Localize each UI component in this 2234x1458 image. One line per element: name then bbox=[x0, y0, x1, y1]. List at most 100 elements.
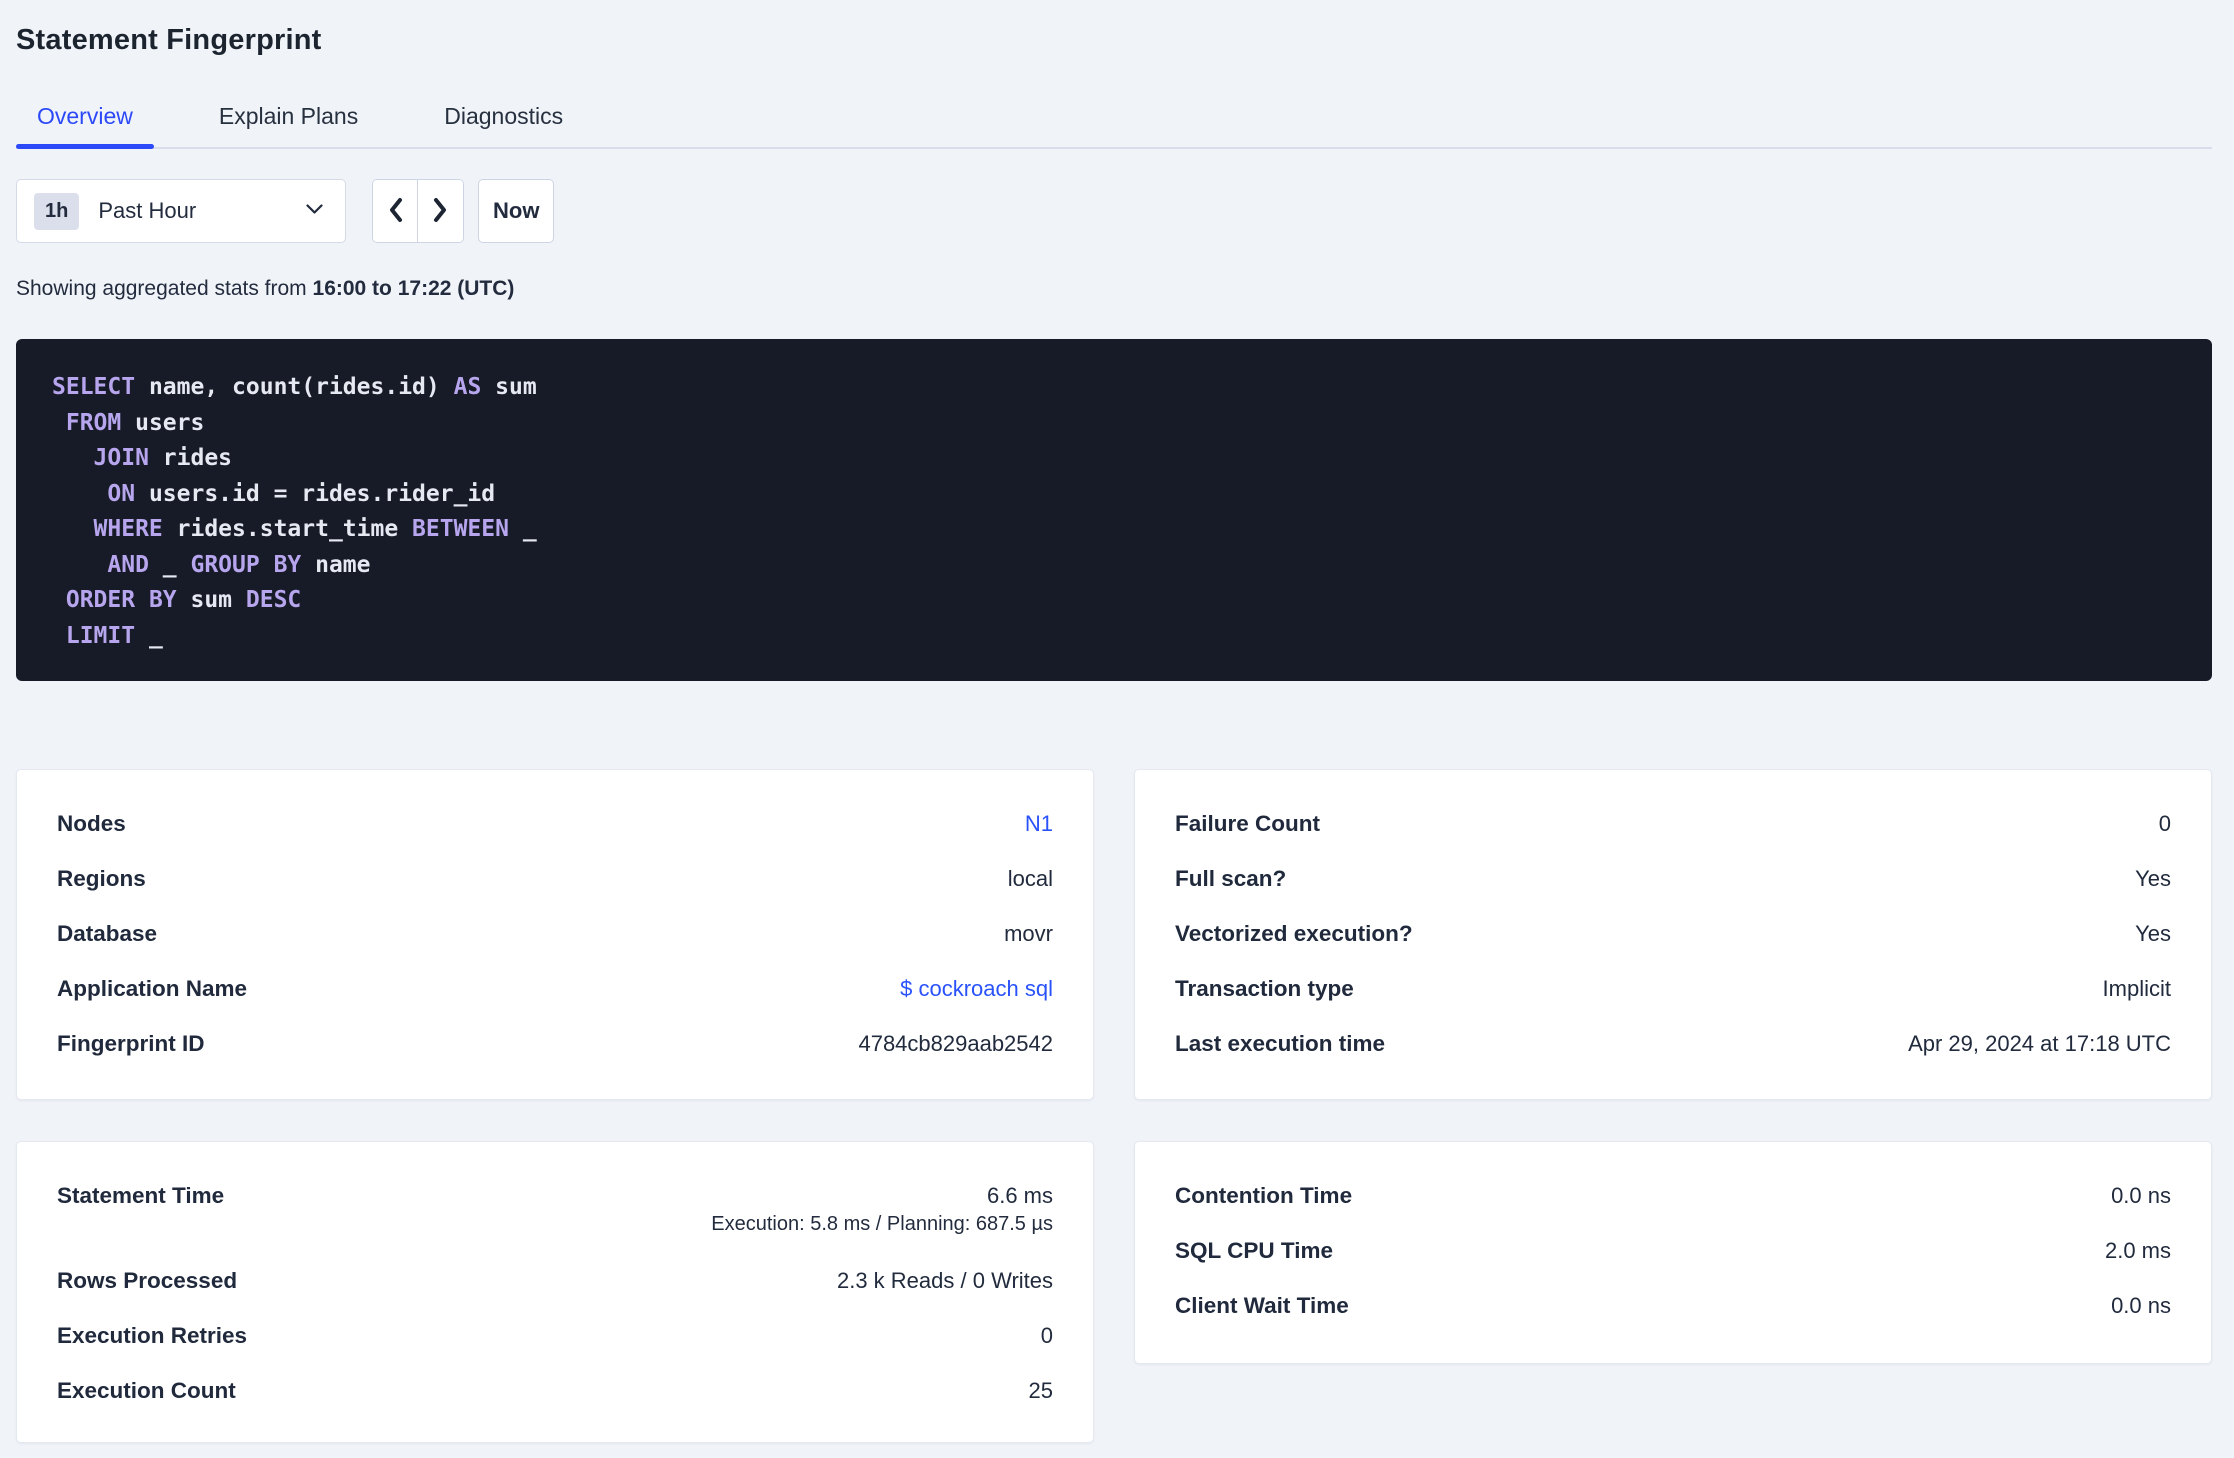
previous-time-range-button[interactable] bbox=[373, 180, 418, 242]
summary-value-wrap: Implicit bbox=[2103, 975, 2171, 1002]
summary-label: Rows Processed bbox=[57, 1268, 238, 1293]
time-nav-group bbox=[372, 179, 464, 243]
chevron-left-icon bbox=[387, 197, 404, 226]
summary-label: Client Wait Time bbox=[1175, 1293, 1349, 1318]
summary-label: Execution Retries bbox=[57, 1323, 248, 1348]
next-time-range-button[interactable] bbox=[418, 180, 463, 242]
chevron-down-icon bbox=[306, 202, 323, 220]
sql-keyword: BETWEEN bbox=[412, 516, 509, 542]
now-button[interactable]: Now bbox=[478, 179, 555, 243]
summary-label: Contention Time bbox=[1175, 1183, 1353, 1208]
summary-value-wrap: Yes bbox=[2135, 865, 2171, 892]
time-range-badge: 1h bbox=[34, 192, 80, 230]
sql-keyword: ORDER BY bbox=[65, 587, 177, 613]
summary-value-wrap: 2.0 ms bbox=[2105, 1237, 2171, 1264]
summary-value-wrap: local bbox=[1008, 865, 1053, 892]
summary-row: SQL CPU Time 2.0 ms bbox=[1175, 1223, 2171, 1278]
summary-value: Yes bbox=[2135, 866, 2171, 891]
sql-keyword: DESC bbox=[245, 587, 302, 613]
time-range-label: Past Hour bbox=[98, 198, 197, 223]
sql-keyword: FROM bbox=[65, 409, 122, 436]
sql-keyword: ON bbox=[107, 480, 136, 507]
sql-text: _ bbox=[148, 551, 191, 578]
sql-text: sum bbox=[481, 374, 537, 400]
summary-row: Statement Time 6.6 ms Execution: 5.8 ms / … bbox=[57, 1168, 1053, 1253]
summary-row: Fingerprint ID 4784cb829aab2542 bbox=[57, 1016, 1053, 1071]
page-title: Statement Fingerprint bbox=[16, 24, 322, 56]
summary-value: local bbox=[1007, 866, 1053, 891]
summary-label: Vectorized execution? bbox=[1175, 921, 1413, 946]
aggregation-note-prefix: Showing aggregated stats from bbox=[16, 277, 313, 300]
summary-value-wrap: Yes bbox=[2135, 920, 2171, 947]
summary-label: Last execution time bbox=[1175, 1031, 1386, 1056]
summary-value-wrap: 0.0 ns bbox=[2111, 1182, 2171, 1209]
sql-line: LIMIT _ bbox=[52, 619, 2176, 655]
summary-row: Contention Time 0.0 ns bbox=[1175, 1168, 2171, 1223]
summary-value-wrap: 4784cb829aab2542 bbox=[858, 1030, 1053, 1057]
time-range-dropdown[interactable]: 1h Past Hour bbox=[16, 179, 346, 243]
summary-value-wrap: Apr 29, 2024 at 17:18 UTC bbox=[1908, 1030, 2171, 1057]
summary-label: Nodes bbox=[57, 811, 126, 836]
summary-row: Application Name $ cockroach sql bbox=[57, 961, 1053, 1016]
summary-row: Execution Count 25 bbox=[57, 1363, 1053, 1418]
summary-value: 25 bbox=[1028, 1378, 1053, 1403]
summary-row: Failure Count 0 bbox=[1175, 796, 2171, 851]
summary-label: Transaction type bbox=[1175, 976, 1354, 1001]
summary-label: SQL CPU Time bbox=[1175, 1238, 1333, 1263]
summary-label: Full scan? bbox=[1175, 866, 1287, 891]
sql-text: sum bbox=[176, 587, 246, 613]
summary-value: Yes bbox=[2135, 921, 2171, 946]
summary-value: 2.0 ms bbox=[2104, 1238, 2171, 1263]
summary-row: Client Wait Time 0.0 ns bbox=[1175, 1278, 2171, 1333]
summary-row: Last execution time Apr 29, 2024 at 17:18… bbox=[1175, 1016, 2171, 1071]
time-picker-row: 1h Past Hour Now bbox=[16, 179, 2212, 243]
summary-label: Application Name bbox=[57, 976, 248, 1001]
summary-row: Rows Processed 2.3 k Reads / 0 Writes bbox=[57, 1253, 1053, 1308]
summary-label: Fingerprint ID bbox=[57, 1031, 205, 1056]
summary-value-wrap: 2.3 k Reads / 0 Writes bbox=[837, 1267, 1053, 1294]
summary-label: Failure Count bbox=[1175, 811, 1320, 836]
time-stats-panel: Contention Time 0.0 ns SQL CPU Time 2.0 ms C… bbox=[1134, 1141, 2212, 1364]
summary-value: Apr 29, 2024 at 17:18 UTC bbox=[1908, 1031, 2171, 1056]
summary-value-link[interactable]: $ cockroach sql bbox=[900, 975, 1053, 1002]
summary-value: 0 bbox=[2158, 811, 2171, 836]
summary-value: 0 bbox=[1040, 1323, 1053, 1348]
tab-overview[interactable]: Overview bbox=[16, 102, 154, 149]
tab-bar: Overview Explain Plans Diagnostics bbox=[16, 102, 2212, 149]
summary-label: Regions bbox=[57, 866, 146, 891]
chevron-right-icon bbox=[432, 197, 449, 226]
summary-value-wrap: 25 bbox=[1029, 1377, 1053, 1404]
aggregation-note: Showing aggregated stats from 16:00 to 1… bbox=[16, 275, 2212, 303]
summary-value: 6.6 ms bbox=[986, 1183, 1053, 1208]
statement-stats-panel: Statement Time 6.6 ms Execution: 5.8 ms / … bbox=[16, 1141, 1094, 1443]
summary-row: Regions local bbox=[57, 851, 1053, 906]
summary-value-wrap: 0.0 ns bbox=[2111, 1292, 2171, 1319]
summary-value-subtext: Execution: 5.8 ms / Planning: 687.5 µs bbox=[711, 1213, 1053, 1235]
sql-keyword: AND bbox=[107, 551, 149, 578]
summary-row: Database movr bbox=[57, 906, 1053, 961]
sql-line: ORDER BY sum DESC bbox=[52, 583, 2176, 619]
sql-text: _ bbox=[135, 622, 163, 649]
summary-label: Statement Time bbox=[57, 1183, 225, 1208]
sql-text: users.id = rides.rider_id bbox=[135, 480, 496, 507]
summary-value-link[interactable]: N1 bbox=[1025, 810, 1053, 837]
sql-statement-box: SELECT name, count(rides.id) AS sum FROM… bbox=[16, 339, 2212, 681]
stats-panel-row: Statement Time 6.6 ms Execution: 5.8 ms / … bbox=[16, 1141, 2212, 1443]
summary-row: Transaction type Implicit bbox=[1175, 961, 2171, 1016]
sql-text: name bbox=[301, 551, 371, 578]
sql-keyword: GROUP BY bbox=[190, 551, 302, 578]
tab-explain-plans[interactable]: Explain Plans bbox=[198, 102, 379, 147]
sql-text: users bbox=[121, 409, 205, 436]
summary-value-wrap: movr bbox=[1004, 920, 1053, 947]
summary-value-wrap: 0 bbox=[1041, 1322, 1053, 1349]
summary-row: Vectorized execution? Yes bbox=[1175, 906, 2171, 961]
tab-diagnostics[interactable]: Diagnostics bbox=[423, 102, 584, 147]
sql-line: FROM users bbox=[52, 406, 2176, 442]
sql-text: name, count(rides.id) bbox=[135, 374, 454, 400]
sql-line: SELECT name, count(rides.id) AS sum bbox=[52, 370, 2176, 406]
